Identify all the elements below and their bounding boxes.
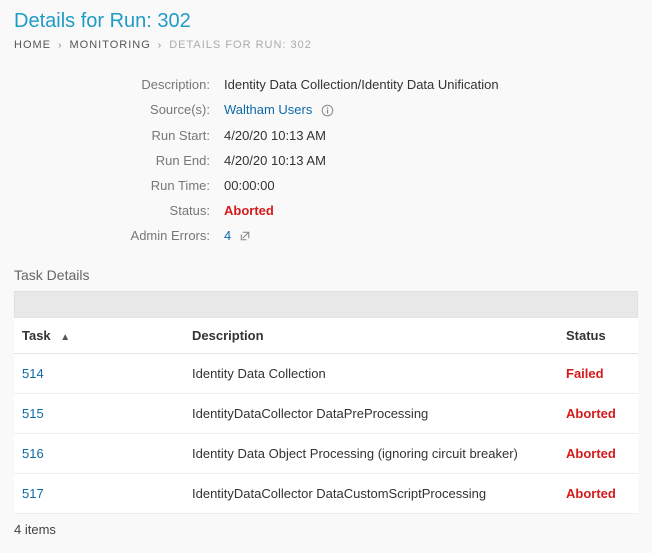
external-link-icon[interactable] (239, 230, 251, 242)
task-id-cell: 515 (14, 393, 184, 433)
sources-link[interactable]: Waltham Users (224, 102, 312, 117)
chevron-right-icon: › (158, 40, 162, 51)
table-row: 514 Identity Data CollectionFailed (14, 353, 638, 393)
task-table: Task ▲ Description Status 514 Identity Da… (14, 317, 638, 514)
status-value: Aborted (224, 203, 638, 218)
task-id-cell: 517 (14, 473, 184, 513)
task-id-link[interactable]: 515 (22, 406, 44, 421)
task-status-cell: Aborted (558, 393, 638, 433)
col-status[interactable]: Status (558, 317, 638, 353)
task-desc-cell: IdentityDataCollector DataPreProcessing (184, 393, 558, 433)
chevron-right-icon: › (58, 40, 62, 51)
task-id-link[interactable]: 517 (22, 486, 44, 501)
sources-label: Source(s): (14, 102, 224, 117)
run-end-value: 4/20/20 10:13 AM (224, 153, 638, 168)
task-id-cell: 516 (14, 433, 184, 473)
run-time-value: 00:00:00 (224, 178, 638, 193)
task-id-link[interactable]: 514 (22, 366, 44, 381)
task-desc-cell: Identity Data Object Processing (ignorin… (184, 433, 558, 473)
run-time-label: Run Time: (14, 178, 224, 193)
admin-errors-value: 4 (224, 228, 638, 243)
breadcrumb-current: DETAILS FOR RUN: 302 (169, 39, 312, 51)
task-details-title: Task Details (0, 267, 652, 291)
col-task-label: Task (22, 328, 51, 343)
description-value: Identity Data Collection/Identity Data U… (224, 77, 638, 92)
run-details: Description: Identity Data Collection/Id… (0, 71, 652, 267)
table-header-row: Task ▲ Description Status (14, 317, 638, 353)
page-title: Details for Run: 302 (0, 0, 652, 39)
breadcrumb: HOME › MONITORING › DETAILS FOR RUN: 302 (0, 39, 652, 71)
col-description[interactable]: Description (184, 317, 558, 353)
admin-errors-label: Admin Errors: (14, 228, 224, 243)
task-status-cell: Failed (558, 353, 638, 393)
breadcrumb-home[interactable]: HOME (14, 39, 51, 51)
table-row: 516 Identity Data Object Processing (igno… (14, 433, 638, 473)
sort-asc-icon: ▲ (60, 332, 70, 343)
run-start-value: 4/20/20 10:13 AM (224, 128, 638, 143)
task-desc-cell: IdentityDataCollector DataCustomScriptPr… (184, 473, 558, 513)
table-row: 517 IdentityDataCollector DataCustomScrip… (14, 473, 638, 513)
items-count: 4 items (0, 514, 652, 553)
task-status-cell: Aborted (558, 433, 638, 473)
col-task[interactable]: Task ▲ (14, 317, 184, 353)
task-id-link[interactable]: 516 (22, 446, 44, 461)
info-icon[interactable] (320, 104, 334, 118)
run-start-label: Run Start: (14, 128, 224, 143)
status-label: Status: (14, 203, 224, 218)
task-id-cell: 514 (14, 353, 184, 393)
description-label: Description: (14, 77, 224, 92)
sources-value: Waltham Users (224, 102, 638, 118)
table-row: 515 IdentityDataCollector DataPreProcessi… (14, 393, 638, 433)
run-end-label: Run End: (14, 153, 224, 168)
breadcrumb-monitoring[interactable]: MONITORING (69, 39, 150, 51)
admin-errors-link[interactable]: 4 (224, 228, 231, 243)
grid-toolbar (14, 291, 638, 317)
task-status-cell: Aborted (558, 473, 638, 513)
task-desc-cell: Identity Data Collection (184, 353, 558, 393)
